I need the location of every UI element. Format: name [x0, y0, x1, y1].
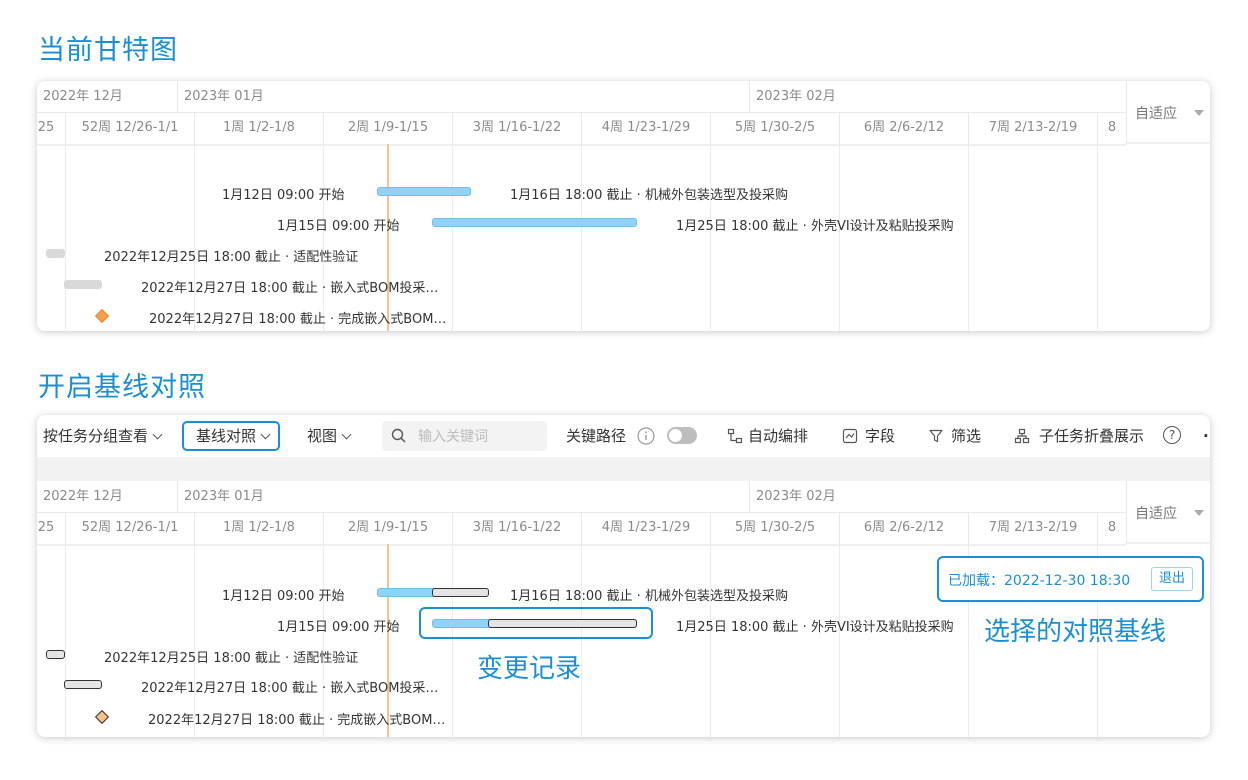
help-icon[interactable]: ?	[1163, 426, 1181, 444]
search-box	[382, 421, 547, 453]
week-header: 3周 1/16-1/22	[452, 512, 581, 544]
today-line	[387, 144, 389, 331]
week-row: 25 52周 12/26-1/1 1周 1/2-1/8 2周 1/9-1/15 …	[37, 512, 1126, 546]
subtask-tree-icon	[1014, 428, 1030, 444]
view-label: 视图	[307, 427, 338, 445]
chevron-down-icon	[260, 429, 271, 440]
month-header: 2023年 02月	[749, 481, 1126, 512]
chevron-down-icon	[152, 429, 163, 440]
exit-baseline-button[interactable]: 退出	[1151, 567, 1193, 591]
week-header: 8	[1097, 112, 1126, 144]
group-view-label: 按任务分组查看	[43, 427, 149, 445]
auto-schedule-button[interactable]: 自动编排	[748, 415, 808, 457]
milestone-diamond-icon[interactable]	[94, 308, 110, 324]
task-bar[interactable]	[64, 280, 102, 289]
baseline-dropdown[interactable]: 基线对照	[182, 421, 280, 451]
critical-path-toggle[interactable]	[667, 427, 697, 444]
week-header: 6周 2/6-2/12	[839, 112, 968, 144]
week-header: 8	[1097, 512, 1126, 544]
task-end-label: 1月25日 18:00 截止 · 外壳VI设计及粘贴投采购	[676, 219, 954, 234]
task-bar[interactable]	[377, 187, 471, 196]
fields-button[interactable]: 字段	[865, 415, 895, 457]
info-icon[interactable]	[637, 427, 655, 445]
chevron-down-icon	[341, 429, 352, 440]
month-header: 2023年 01月	[177, 81, 749, 112]
selected-baseline-annotation: 选择的对照基线	[984, 617, 1167, 647]
week-header: 4周 1/23-1/29	[581, 512, 710, 544]
task-start-label: 1月12日 09:00 开始	[222, 188, 345, 203]
task-start-label: 1月12日 09:00 开始	[222, 589, 345, 604]
week-header: 1周 1/2-1/8	[194, 112, 323, 144]
week-header: 5周 1/30-2/5	[710, 512, 839, 544]
week-header: 25	[37, 520, 55, 535]
filter-icon	[929, 429, 943, 443]
task-end-label: 2022年12月27日 18:00 截止 · 嵌入式BOM投采…	[141, 681, 439, 696]
more-icon[interactable]: ·	[1203, 415, 1209, 457]
month-header: 2022年 12月	[43, 89, 123, 104]
fit-dropdown[interactable]: 自适应	[1126, 81, 1210, 144]
task-bar[interactable]	[432, 218, 637, 227]
task-end-label: 2022年12月27日 18:00 截止 · 完成嵌入式BOM…	[148, 713, 446, 728]
week-header: 7周 2/13-2/19	[968, 512, 1097, 544]
week-header: 7周 2/13-2/19	[968, 112, 1097, 144]
month-header: 2022年 12月	[43, 489, 123, 504]
search-icon	[391, 428, 406, 443]
view-dropdown[interactable]: 视图	[307, 415, 352, 457]
section-title-current: 当前甘特图	[38, 35, 178, 66]
auto-schedule-icon	[727, 428, 743, 444]
task-bar[interactable]	[46, 249, 65, 258]
week-header: 2周 1/9-1/15	[323, 112, 452, 144]
section-title-baseline: 开启基线对照	[38, 372, 206, 403]
week-row: 25 52周 12/26-1/1 1周 1/2-1/8 2周 1/9-1/15 …	[37, 112, 1126, 146]
baseline-label: 基线对照	[196, 427, 257, 445]
task-end-label: 1月16日 18:00 截止 · 机械外包装选型及投采购	[510, 589, 788, 604]
month-row: 2022年 12月 2023年 01月 2023年 02月	[37, 481, 1126, 513]
task-start-label: 1月15日 09:00 开始	[277, 219, 400, 234]
month-header: 2023年 01月	[177, 481, 749, 512]
task-start-label: 1月15日 09:00 开始	[277, 620, 400, 635]
baseline-bar	[432, 588, 489, 597]
toggle-knob	[669, 429, 682, 442]
fields-icon	[842, 428, 858, 444]
week-header: 6周 2/6-2/12	[839, 512, 968, 544]
collapse-subtasks-button[interactable]: 子任务折叠展示	[1039, 415, 1144, 457]
week-header: 52周 12/26-1/1	[65, 512, 194, 544]
critical-path-label: 关键路径	[566, 427, 627, 445]
baseline-bar[interactable]	[46, 650, 65, 659]
month-header: 2023年 02月	[749, 81, 1126, 112]
milestone-diamond-icon[interactable]	[94, 709, 110, 725]
gantt-panel-current: 2022年 12月 2023年 01月 2023年 02月 25 52周 12/…	[37, 81, 1210, 331]
chevron-down-icon	[1194, 110, 1204, 116]
task-end-label: 2022年12月27日 18:00 截止 · 完成嵌入式BOM…	[149, 312, 447, 327]
task-end-label: 2022年12月27日 18:00 截止 · 嵌入式BOM投采…	[141, 281, 439, 296]
baseline-bar[interactable]	[64, 680, 102, 689]
change-record-annotation: 变更记录	[477, 654, 582, 684]
week-header: 4周 1/23-1/29	[581, 112, 710, 144]
toolbar: 按任务分组查看 基线对照 视图 关键路径 自动编排 字段 筛选 子任务折叠展示 …	[37, 415, 1210, 457]
task-end-label: 1月16日 18:00 截止 · 机械外包装选型及投采购	[510, 188, 788, 203]
change-record-highlight	[419, 607, 653, 639]
task-end-label: 2022年12月25日 18:00 截止 · 适配性验证	[104, 250, 359, 265]
week-header: 5周 1/30-2/5	[710, 112, 839, 144]
baseline-loaded-banner: 已加载：2022-12-30 18:30 退出	[937, 556, 1204, 602]
baseline-loaded-text: 已加载：2022-12-30 18:30	[948, 573, 1131, 589]
month-row: 2022年 12月 2023年 01月 2023年 02月	[37, 81, 1126, 113]
fit-label: 自适应	[1135, 106, 1177, 122]
filter-button[interactable]: 筛选	[951, 415, 981, 457]
toolbar-divider-band	[37, 457, 1210, 481]
search-input[interactable]	[416, 421, 540, 453]
chevron-down-icon	[1194, 510, 1204, 516]
task-end-label: 1月25日 18:00 截止 · 外壳VI设计及粘贴投采购	[676, 620, 954, 635]
group-view-dropdown[interactable]: 按任务分组查看	[43, 415, 163, 457]
task-end-label: 2022年12月25日 18:00 截止 · 适配性验证	[104, 651, 359, 666]
week-header: 3周 1/16-1/22	[452, 112, 581, 144]
week-header: 2周 1/9-1/15	[323, 512, 452, 544]
week-header: 1周 1/2-1/8	[194, 512, 323, 544]
week-header: 52周 12/26-1/1	[65, 112, 194, 144]
week-header: 25	[37, 120, 55, 135]
fit-dropdown[interactable]: 自适应	[1126, 481, 1210, 544]
fit-label: 自适应	[1135, 506, 1177, 522]
